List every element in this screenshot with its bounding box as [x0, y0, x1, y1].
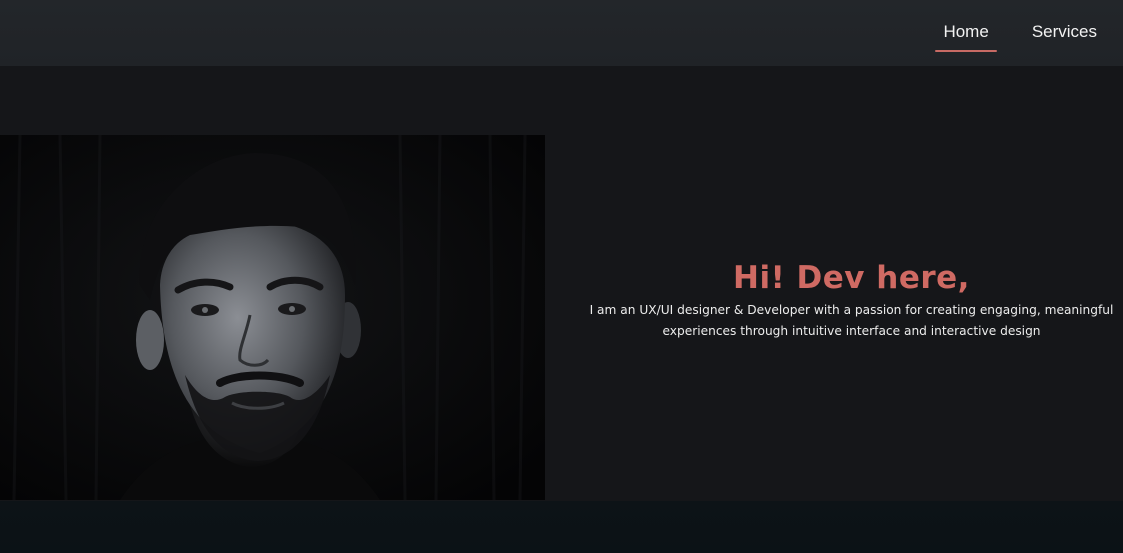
next-section-strip [0, 501, 1123, 553]
page: Home Services Hi! Dev here, I am an UX/U… [0, 0, 1123, 553]
main-nav: Home Services [900, 0, 1097, 66]
hero-text-block: Hi! Dev here, I am an UX/UI designer & D… [580, 256, 1123, 342]
hero-section: Hi! Dev here, I am an UX/UI designer & D… [0, 66, 1123, 501]
nav-services-link[interactable]: Services [1032, 22, 1097, 44]
top-nav-bar: Home Services [0, 0, 1123, 66]
portrait-image [0, 135, 545, 500]
portrait-photo [0, 135, 545, 500]
hero-greeting: Hi! Dev here, [733, 260, 970, 296]
hero-intro-line-2: experiences through intuitive interface … [662, 324, 1041, 338]
nav-home-link[interactable]: Home [935, 22, 998, 52]
hero-intro-line-1: I am an UX/UI designer & Developer with … [589, 303, 1114, 317]
